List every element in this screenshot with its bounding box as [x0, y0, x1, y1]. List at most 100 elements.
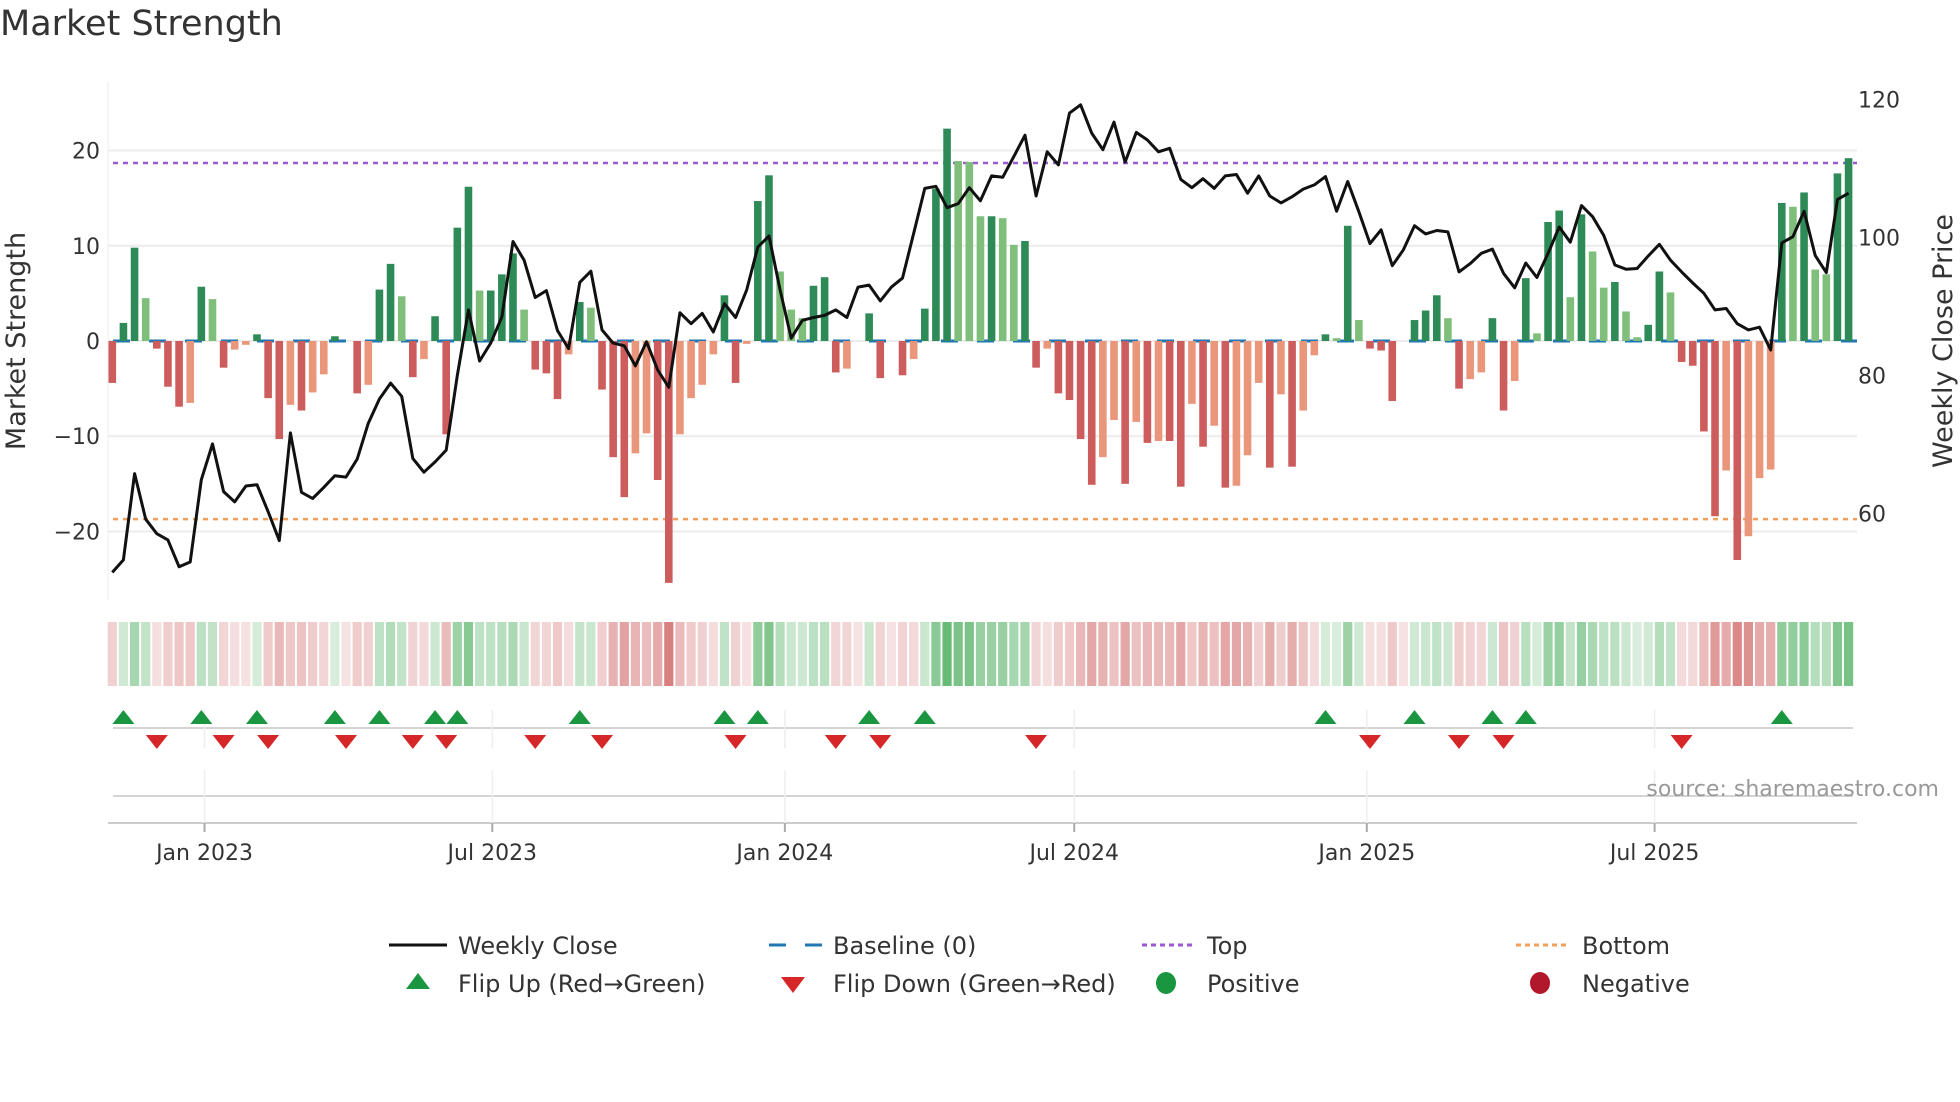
strength-band-cell [1165, 622, 1175, 686]
strength-band-cell [497, 622, 507, 686]
strength-bar [1599, 287, 1608, 341]
strength-band-cell [374, 622, 385, 686]
strength-band-cell [274, 622, 284, 686]
strength-band-cell [219, 622, 229, 686]
strength-band-cell [1320, 622, 1331, 686]
strength-band-cell [1754, 622, 1765, 686]
flip-down-marker [212, 735, 235, 749]
strength-band-cell [552, 622, 563, 686]
strength-band-cell [1443, 622, 1453, 686]
strength-bar [364, 341, 373, 385]
strength-band-cell [1465, 622, 1475, 686]
strength-band-cell [1276, 622, 1286, 686]
flip-up-marker [913, 710, 936, 724]
strength-bar [1666, 292, 1675, 341]
strength-band-cell [641, 622, 652, 686]
strength-band-cell [686, 622, 696, 686]
strength-band-cell [1799, 622, 1809, 686]
strength-band-cell [1788, 622, 1798, 686]
strength-bar [676, 341, 684, 435]
legend-flip-up-icon [406, 973, 430, 989]
flip-down-marker [145, 735, 168, 749]
strength-bar [1366, 341, 1374, 349]
strength-bar [898, 341, 907, 376]
strength-band-cell [1409, 622, 1420, 686]
strength-bar [1755, 341, 1764, 479]
strength-band-cell [1031, 622, 1041, 686]
strength-bar [108, 341, 117, 383]
legend-label: Negative [1582, 970, 1690, 998]
strength-bar [1388, 341, 1397, 401]
x-tick-label: Jan 2023 [154, 841, 253, 866]
strength-band-cell [1076, 622, 1086, 686]
source-label: source: sharemaestro.com [1646, 777, 1939, 802]
strength-band-cell [831, 622, 841, 686]
strength-band-cell [1487, 622, 1498, 686]
flip-up-marker [424, 710, 447, 724]
strength-bar [542, 341, 551, 374]
strength-band-cell [875, 622, 885, 686]
strength-band-cell [419, 622, 429, 686]
strength-band-cell [1832, 622, 1843, 686]
strength-band-cell [1665, 622, 1676, 686]
strength-band-cell [1543, 622, 1553, 686]
strength-band-cell [1042, 622, 1052, 686]
strength-bar [1132, 341, 1141, 422]
strength-bar [397, 296, 406, 341]
market-strength-chart: 20100−10−201201008060Market Strength Week… [1, 82, 1959, 998]
flip-down-marker [1358, 735, 1381, 749]
strength-band-cell [1254, 622, 1264, 686]
strength-bar [297, 341, 306, 411]
strength-bar [1432, 295, 1441, 341]
strength-band-cell [1198, 622, 1208, 686]
strength-bar [620, 341, 629, 498]
strength-band-cell [764, 622, 774, 686]
legend-label: Baseline (0) [833, 932, 976, 960]
strength-bar [1744, 341, 1753, 537]
y-tick-label: 0 [86, 330, 100, 355]
strength-band-cell [1699, 622, 1709, 686]
strength-band-cell [508, 622, 518, 686]
strength-band-cell [1576, 622, 1587, 686]
strength-band-cell [1332, 622, 1342, 686]
strength-band-cell [1376, 622, 1386, 686]
strength-bar [843, 341, 851, 369]
strength-bar [1343, 225, 1352, 341]
strength-band-cell [1454, 622, 1464, 686]
strength-bar [687, 341, 695, 399]
strength-bar [1644, 324, 1653, 341]
strength-band-cell [897, 622, 908, 686]
flip-down-marker [1492, 735, 1515, 749]
strength-bar [1466, 341, 1474, 380]
flip-up-marker [1314, 710, 1337, 724]
strength-bar [598, 341, 606, 390]
strength-band-cell [1009, 622, 1019, 686]
flip-up-marker [1770, 710, 1793, 724]
legend-label: Top [1206, 932, 1248, 960]
strength-band-cell [174, 622, 184, 686]
strength-bar [1332, 338, 1341, 341]
y2-tick-label: 80 [1858, 365, 1886, 390]
y2-tick-label: 100 [1858, 226, 1900, 251]
strength-bar [1444, 318, 1452, 341]
strength-band-cell [341, 622, 351, 686]
strength-bar [1199, 341, 1207, 447]
strength-bar [186, 341, 195, 403]
strength-band-cell [697, 622, 707, 686]
strength-bar [319, 341, 328, 375]
strength-band-cell [230, 622, 240, 686]
strength-bar [1054, 341, 1063, 394]
strength-band-cell [1153, 622, 1164, 686]
strength-band-cell [964, 622, 974, 686]
strength-bar [1733, 341, 1742, 561]
strength-bar [141, 298, 150, 341]
strength-bar [442, 341, 450, 435]
strength-band-cell [207, 622, 218, 686]
strength-band-cell [1732, 622, 1742, 686]
strength-band-cell [1621, 622, 1631, 686]
strength-band-cell [1766, 622, 1776, 686]
flip-up-marker [112, 710, 135, 724]
strength-bar [1310, 341, 1319, 356]
strength-band-cell [797, 622, 807, 686]
y2-axis-label: Weekly Close Price [1928, 214, 1959, 468]
